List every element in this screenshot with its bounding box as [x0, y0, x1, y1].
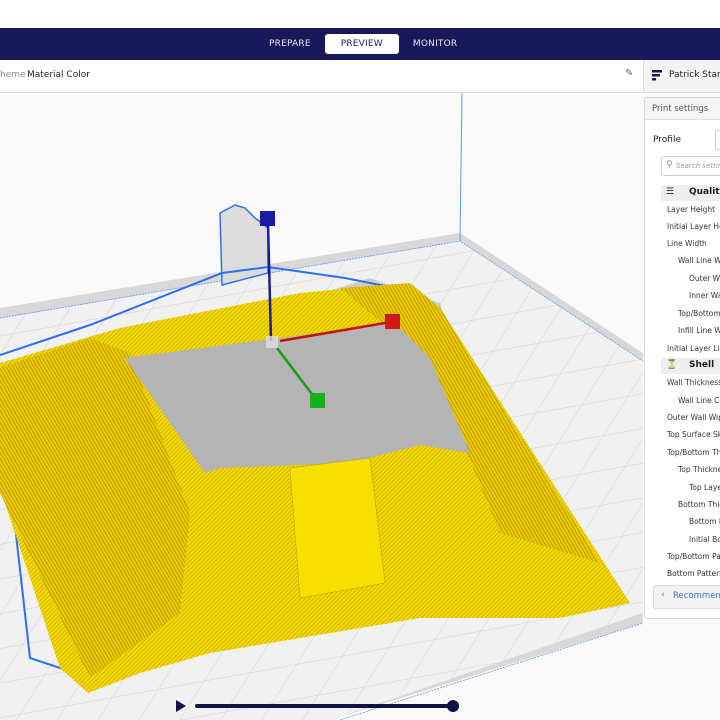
recommended-button[interactable]: ‹ Recommended — [653, 585, 720, 609]
model-front-structure — [289, 457, 386, 599]
setting-row[interactable]: Top Layers — [689, 483, 720, 492]
setting-row[interactable]: Top Surface Skin Layers — [667, 430, 720, 439]
setting-row[interactable]: Top/Bottom Thickness — [667, 448, 720, 457]
axis-y-handle[interactable] — [310, 393, 325, 408]
setting-row[interactable]: Top/Bottom Pattern — [667, 552, 720, 561]
stage-tabs: PREPARE PREVIEW MONITOR — [255, 34, 471, 54]
print-settings-panel: Print settings Profile ⚲ Search settings… — [644, 97, 720, 619]
color-scheme-dropdown[interactable]: Material Color — [27, 70, 90, 80]
viewport-canvas[interactable] — [0, 93, 643, 720]
setting-row[interactable]: Initial Layer Line Width — [667, 344, 720, 353]
chevron-left-icon: ‹ — [661, 590, 665, 600]
quality-icon: ☰ — [666, 187, 675, 197]
setting-row[interactable]: Wall Line Count — [678, 396, 720, 405]
category-quality[interactable]: ☰ Quality — [661, 185, 720, 201]
setting-row[interactable]: Outer Wall Line Width — [689, 274, 720, 283]
shell-icon: ⏳ — [666, 360, 678, 370]
layer-slider[interactable] — [176, 698, 466, 714]
color-scheme-label: heme — [0, 70, 26, 80]
profile-dropdown[interactable] — [715, 130, 720, 150]
tab-monitor[interactable]: MONITOR — [399, 34, 471, 54]
profile-label: Profile — [653, 135, 681, 145]
window-top-strip — [0, 0, 720, 28]
setting-row[interactable]: Bottom Layers — [689, 517, 720, 526]
3d-viewport[interactable] — [0, 93, 643, 720]
category-shell[interactable]: ⏳ Shell — [661, 358, 720, 374]
setting-row[interactable]: Initial Bottom Layers — [689, 535, 720, 544]
setting-row[interactable]: Wall Line Width — [678, 256, 720, 265]
setting-row[interactable]: Initial Layer Height — [667, 222, 720, 231]
settings-search-input[interactable]: ⚲ Search settings — [661, 156, 720, 176]
setting-row[interactable]: Wall Thickness — [667, 378, 720, 387]
printer-settings-button[interactable]: Patrick Stand — [643, 60, 720, 93]
gizmo-origin — [266, 336, 278, 348]
axis-x-handle[interactable] — [385, 314, 400, 329]
print-settings-title: Print settings — [645, 98, 720, 120]
view-toolbar: heme Material Color ✎ — [0, 60, 643, 93]
printer-settings-icon — [652, 70, 662, 81]
setting-row[interactable]: Bottom Thickness — [678, 500, 720, 509]
tab-preview[interactable]: PREVIEW — [324, 34, 399, 54]
setting-row[interactable]: Line Width — [667, 239, 707, 248]
setting-row[interactable]: Bottom Pattern Initial Layer — [667, 569, 720, 578]
axis-z-handle[interactable] — [260, 211, 275, 226]
layer-slider-track[interactable] — [195, 704, 453, 708]
printer-name: Patrick Stand — [669, 70, 720, 80]
play-icon[interactable] — [176, 700, 186, 712]
setting-row[interactable]: Inner Wall Line Width — [689, 291, 720, 300]
search-placeholder: Search settings — [676, 162, 720, 170]
setting-row[interactable]: Top/Bottom Line Width — [678, 309, 720, 318]
layer-slider-handle[interactable] — [447, 700, 459, 712]
setting-row[interactable]: Layer Height — [667, 205, 715, 214]
setting-row[interactable]: Infill Line Width — [678, 326, 720, 335]
setting-row[interactable]: Outer Wall Wipe Distance — [667, 413, 720, 422]
stage-header: PREPARE PREVIEW MONITOR — [0, 28, 720, 60]
tab-prepare[interactable]: PREPARE — [255, 34, 325, 54]
search-icon: ⚲ — [666, 160, 673, 170]
setting-row[interactable]: Top Thickness — [678, 465, 720, 474]
pencil-icon[interactable]: ✎ — [625, 68, 633, 79]
